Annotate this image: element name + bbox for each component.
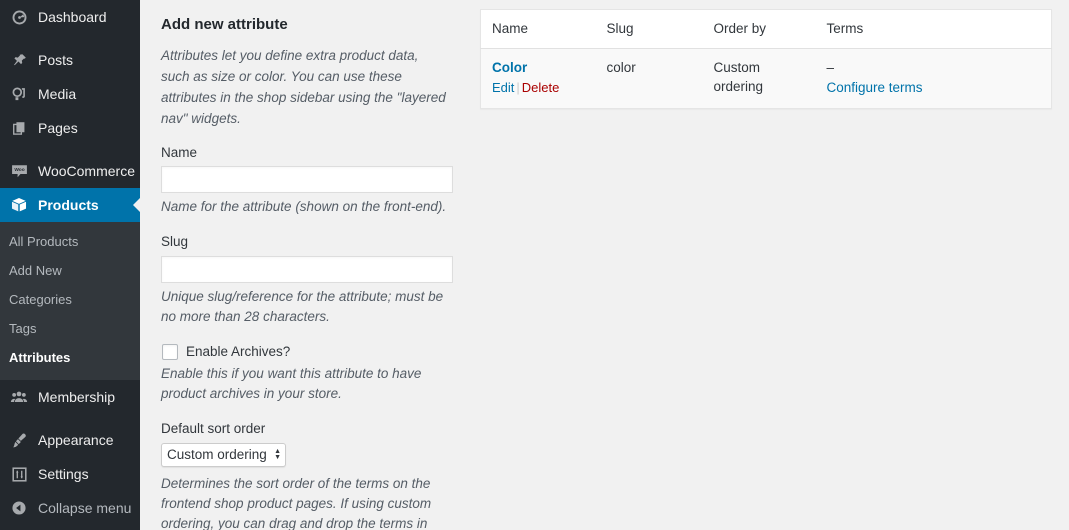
sidebar-separator	[0, 414, 140, 423]
attribute-name-input[interactable]	[161, 166, 453, 194]
table-header: Name Slug Order by Terms	[480, 9, 1052, 49]
products-submenu: All Products Add New Categories Tags Att…	[0, 222, 140, 381]
table-body: Color Edit | Delete color Custom ordering …	[480, 48, 1052, 109]
column-header-name: Name	[480, 9, 596, 49]
table-header-row: Name Slug Order by Terms	[480, 9, 1052, 49]
terms-empty-dash: –	[826, 59, 835, 75]
sidebar-item-membership[interactable]: Membership	[0, 380, 140, 414]
column-header-terms: Terms	[815, 9, 1052, 49]
archives-field-description: Enable this if you want this attribute t…	[161, 365, 422, 401]
sidebar-label: Pages	[38, 120, 78, 136]
sidebar-item-products[interactable]: Products	[0, 188, 141, 222]
attributes-table: Name Slug Order by Terms Color Edit | Dele…	[480, 9, 1052, 109]
sidebar-item-categories[interactable]: Categories	[0, 286, 140, 315]
edit-link[interactable]: Edit	[492, 80, 514, 95]
attributes-table-panel: Name Slug Order by Terms Color Edit | Dele…	[470, 0, 1069, 109]
name-field-description: Name for the attribute (shown on the fro…	[161, 199, 447, 215]
admin-content: Add new attribute Attributes let you def…	[140, 0, 1069, 530]
products-box-icon	[9, 195, 29, 215]
sort-order-label: Default sort order	[161, 421, 266, 437]
dashboard-icon	[9, 7, 29, 27]
column-header-order-by: Order by	[702, 9, 816, 49]
admin-sidebar: Dashboard Posts Media Pages Woo WooComme…	[0, 0, 141, 530]
cell-slug: color	[595, 48, 703, 109]
action-separator: |	[516, 80, 520, 96]
sidebar-item-pages[interactable]: Pages	[0, 111, 140, 145]
cell-name: Color Edit | Delete	[480, 48, 596, 109]
sort-order-description: Determines the sort order of the terms o…	[161, 475, 432, 530]
sidebar-item-settings[interactable]: Settings	[0, 457, 140, 491]
attribute-name-link[interactable]: Color	[492, 58, 586, 78]
sidebar-label: Media	[38, 86, 77, 102]
sidebar-item-posts[interactable]: Posts	[0, 43, 140, 77]
configure-terms-link[interactable]: Configure terms	[827, 78, 1042, 98]
admin-screen: Dashboard Posts Media Pages Woo WooComme…	[0, 0, 1069, 530]
intro-description: Attributes let you define extra product …	[161, 48, 446, 126]
sidebar-item-woocommerce[interactable]: Woo WooCommerce	[0, 154, 140, 188]
slug-field-label: Slug	[161, 234, 189, 250]
column-header-slug: Slug	[595, 9, 703, 49]
sidebar-item-media[interactable]: Media	[0, 77, 140, 111]
table-row: Color Edit | Delete color Custom ordering …	[480, 48, 1052, 109]
media-icon	[9, 84, 29, 104]
slug-field-description: Unique slug/reference for the attribute;…	[161, 289, 444, 325]
attribute-slug-input[interactable]	[161, 256, 453, 284]
delete-link[interactable]: Delete	[522, 80, 560, 95]
sidebar-label: Collapse menu	[38, 500, 132, 517]
sidebar-label: Settings	[38, 466, 89, 483]
members-icon	[9, 387, 29, 407]
sort-order-select-wrap: Custom ordering ▲ ▼	[161, 442, 286, 467]
enable-archives-label[interactable]: Enable Archives?	[186, 344, 290, 359]
sidebar-item-tags[interactable]: Tags	[0, 315, 140, 344]
enable-archives-checkbox[interactable]	[162, 343, 178, 360]
pages-icon	[9, 118, 29, 138]
sidebar-separator	[0, 34, 140, 43]
sidebar-separator	[0, 145, 140, 154]
enable-archives-row: Enable Archives?	[161, 343, 448, 360]
settings-sliders-icon	[9, 464, 29, 484]
add-attribute-panel: Add new attribute Attributes let you def…	[140, 0, 470, 530]
sidebar-item-all-products[interactable]: All Products	[0, 228, 140, 257]
sidebar-item-appearance[interactable]: Appearance	[0, 423, 140, 457]
name-field-label: Name	[161, 144, 198, 160]
svg-text:Woo: Woo	[14, 167, 24, 173]
sidebar-label: Membership	[38, 389, 116, 406]
sidebar-label: Dashboard	[38, 9, 107, 25]
collapse-arrow-icon	[9, 498, 29, 518]
sidebar-item-collapse-menu[interactable]: Collapse menu	[0, 491, 140, 525]
sidebar-item-dashboard[interactable]: Dashboard	[0, 0, 140, 34]
cell-order-by: Custom ordering	[702, 48, 816, 109]
woocommerce-icon: Woo	[9, 161, 29, 181]
cell-terms: – Configure terms	[815, 48, 1052, 109]
sort-order-select[interactable]: Custom ordering	[161, 442, 286, 467]
sidebar-item-attributes[interactable]: Attributes	[0, 344, 140, 373]
row-actions: Edit | Delete	[492, 80, 559, 95]
page-title: Add new attribute	[161, 16, 288, 33]
sidebar-label: Posts	[38, 52, 74, 68]
sidebar-item-add-new[interactable]: Add New	[0, 257, 140, 286]
pin-icon	[9, 50, 29, 70]
sidebar-label: Appearance	[38, 432, 114, 449]
sidebar-label: Products	[38, 197, 99, 213]
paintbrush-icon	[9, 430, 29, 450]
sidebar-label: WooCommerce	[38, 163, 135, 179]
